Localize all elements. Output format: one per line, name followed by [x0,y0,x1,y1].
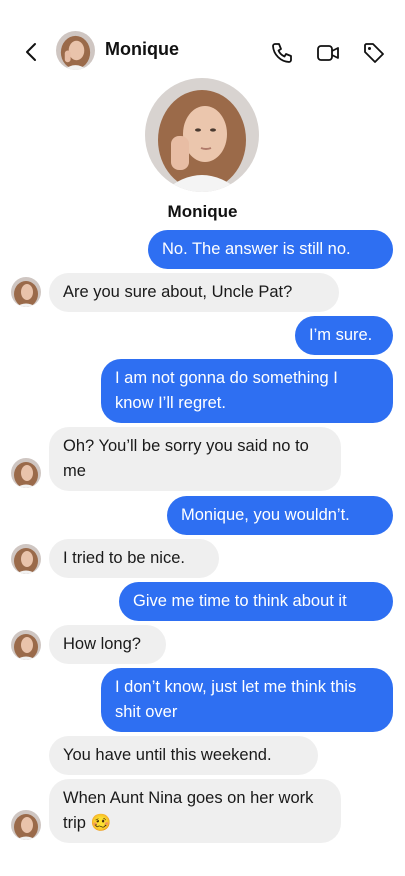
outgoing-message[interactable]: Monique, you wouldn’t. [167,496,393,535]
outgoing-message[interactable]: No. The answer is still no. [148,230,393,269]
contact-avatar[interactable] [56,31,95,70]
profile-photo[interactable] [145,78,259,192]
phone-icon[interactable] [270,41,294,65]
outgoing-message[interactable]: I’m sure. [295,316,393,355]
back-chevron-icon[interactable] [20,40,44,64]
contact-mini-avatar [11,810,41,840]
contact-mini-avatar [11,277,41,307]
profile-name: Monique [167,202,238,221]
outgoing-message[interactable]: I don’t know, just let me think this shi… [101,668,393,732]
incoming-message[interactable]: When Aunt Nina goes on her work trip 🥴 [49,779,341,843]
incoming-message[interactable]: Oh? You’ll be sorry you said no to me [49,427,341,491]
incoming-message[interactable]: Are you sure about, Uncle Pat? [49,273,339,312]
incoming-message[interactable]: How long? [49,625,166,664]
outgoing-message[interactable]: I am not gonna do something I know I’ll … [101,359,393,423]
tag-icon[interactable] [362,41,386,65]
outgoing-message[interactable]: Give me time to think about it [119,582,393,621]
incoming-message[interactable]: You have until this weekend. [49,736,318,775]
contact-name: Monique [105,39,179,59]
contact-mini-avatar [11,630,41,660]
contact-mini-avatar [11,458,41,488]
contact-mini-avatar [11,544,41,574]
incoming-message[interactable]: I tried to be nice. [49,539,219,578]
video-camera-icon[interactable] [316,41,340,65]
